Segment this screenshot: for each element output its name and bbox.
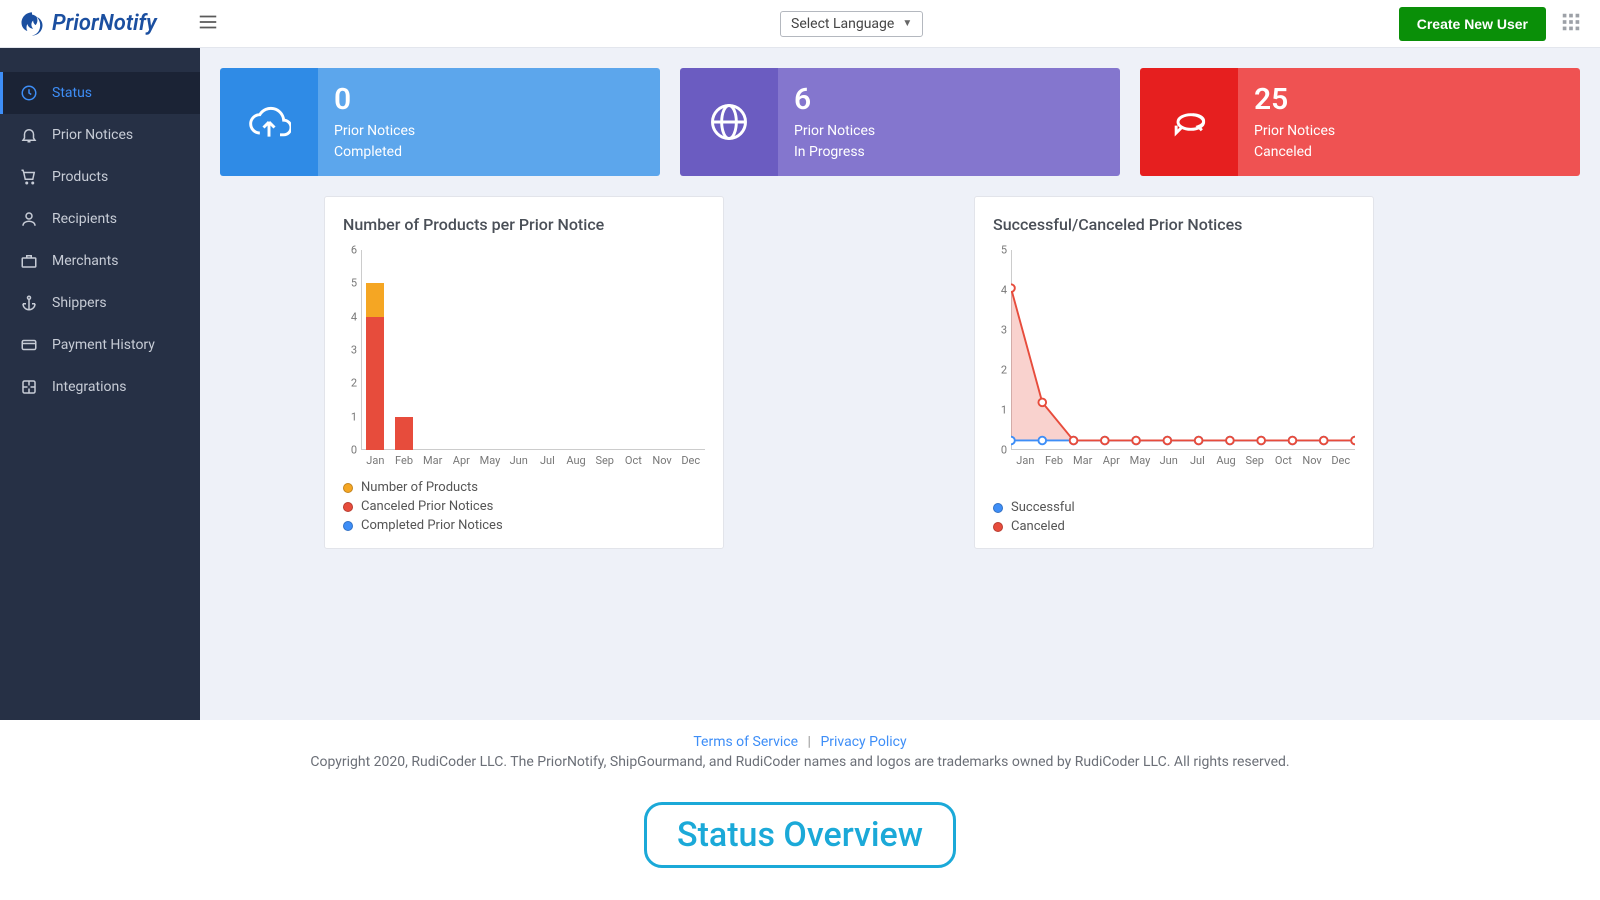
sidebar-item-prior-notices[interactable]: Prior Notices bbox=[0, 114, 200, 156]
stat-value: 6 bbox=[794, 82, 1104, 117]
stat-label: Canceled bbox=[1254, 144, 1312, 160]
divider: | bbox=[808, 734, 811, 750]
sidebar-item-integrations[interactable]: Integrations bbox=[0, 366, 200, 408]
sidebar: Status Prior Notices Products Recipients… bbox=[0, 48, 200, 720]
stat-label: Prior Notices bbox=[334, 123, 415, 139]
legend-label: Canceled Prior Notices bbox=[361, 499, 493, 514]
copyright: Copyright 2020, RudiCoder LLC. The Prior… bbox=[14, 754, 1586, 770]
apps-button[interactable] bbox=[1560, 11, 1582, 37]
terms-link[interactable]: Terms of Service bbox=[693, 734, 798, 750]
sidebar-item-label: Merchants bbox=[52, 253, 118, 269]
language-label: Select Language bbox=[791, 16, 894, 32]
legend-dot bbox=[343, 502, 353, 512]
privacy-link[interactable]: Privacy Policy bbox=[820, 734, 906, 750]
brand-logo: PriorNotify bbox=[18, 10, 157, 38]
sidebar-item-label: Status bbox=[52, 85, 92, 101]
sidebar-item-label: Payment History bbox=[52, 337, 155, 353]
card-icon bbox=[20, 336, 38, 354]
sidebar-item-label: Products bbox=[52, 169, 108, 185]
sidebar-item-label: Recipients bbox=[52, 211, 117, 227]
chart-title: Number of Products per Prior Notice bbox=[343, 215, 705, 234]
main-content: 0 Prior Notices Completed 6 Prior Notices… bbox=[200, 48, 1600, 720]
legend-dot bbox=[993, 503, 1003, 513]
chat-icon bbox=[1167, 100, 1211, 144]
anchor-icon bbox=[20, 294, 38, 312]
create-user-button[interactable]: Create New User bbox=[1399, 7, 1546, 41]
legend-dot bbox=[993, 522, 1003, 532]
globe-icon bbox=[707, 100, 751, 144]
sidebar-item-merchants[interactable]: Merchants bbox=[0, 240, 200, 282]
clock-icon bbox=[20, 84, 38, 102]
stat-card-completed: 0 Prior Notices Completed bbox=[220, 68, 660, 176]
sidebar-item-recipients[interactable]: Recipients bbox=[0, 198, 200, 240]
cart-icon bbox=[20, 168, 38, 186]
sidebar-item-status[interactable]: Status bbox=[0, 72, 200, 114]
sidebar-item-payment-history[interactable]: Payment History bbox=[0, 324, 200, 366]
hamburger-icon bbox=[197, 11, 219, 33]
legend-label: Canceled bbox=[1011, 519, 1065, 534]
stat-card-in-progress: 6 Prior Notices In Progress bbox=[680, 68, 1120, 176]
grid-icon bbox=[1560, 11, 1582, 33]
chart-title: Successful/Canceled Prior Notices bbox=[993, 215, 1355, 234]
topbar: PriorNotify Select Language ▼ Create New… bbox=[0, 0, 1600, 48]
sidebar-item-shippers[interactable]: Shippers bbox=[0, 282, 200, 324]
brand-icon bbox=[18, 10, 46, 38]
sidebar-item-label: Prior Notices bbox=[52, 127, 133, 143]
puzzle-icon bbox=[20, 378, 38, 396]
chevron-down-icon: ▼ bbox=[902, 18, 912, 29]
language-select[interactable]: Select Language ▼ bbox=[780, 11, 923, 37]
sidebar-item-label: Integrations bbox=[52, 379, 126, 395]
stat-card-canceled: 25 Prior Notices Canceled bbox=[1140, 68, 1580, 176]
footer: Terms of Service | Privacy Policy Copyri… bbox=[0, 720, 1600, 784]
stat-label: Prior Notices bbox=[1254, 123, 1335, 139]
chart-successful-canceled: Successful/Canceled Prior Notices 012345… bbox=[974, 196, 1374, 549]
cloud-upload-icon bbox=[247, 100, 291, 144]
stat-value: 25 bbox=[1254, 82, 1564, 117]
stat-label: Prior Notices bbox=[794, 123, 875, 139]
bell-icon bbox=[20, 126, 38, 144]
legend-dot bbox=[343, 521, 353, 531]
sidebar-item-products[interactable]: Products bbox=[0, 156, 200, 198]
briefcase-icon bbox=[20, 252, 38, 270]
menu-toggle[interactable] bbox=[197, 11, 219, 37]
stat-label: Completed bbox=[334, 144, 402, 160]
legend-label: Number of Products bbox=[361, 480, 478, 495]
legend-label: Successful bbox=[1011, 500, 1075, 515]
legend-dot bbox=[343, 483, 353, 493]
sidebar-item-label: Shippers bbox=[52, 295, 107, 311]
brand-text: PriorNotify bbox=[52, 11, 157, 36]
caption-badge: Status Overview bbox=[644, 802, 956, 868]
stat-label: In Progress bbox=[794, 144, 865, 160]
legend-label: Completed Prior Notices bbox=[361, 518, 503, 533]
chart-products-per-notice: Number of Products per Prior Notice 0123… bbox=[324, 196, 724, 549]
stat-value: 0 bbox=[334, 82, 644, 117]
user-icon bbox=[20, 210, 38, 228]
